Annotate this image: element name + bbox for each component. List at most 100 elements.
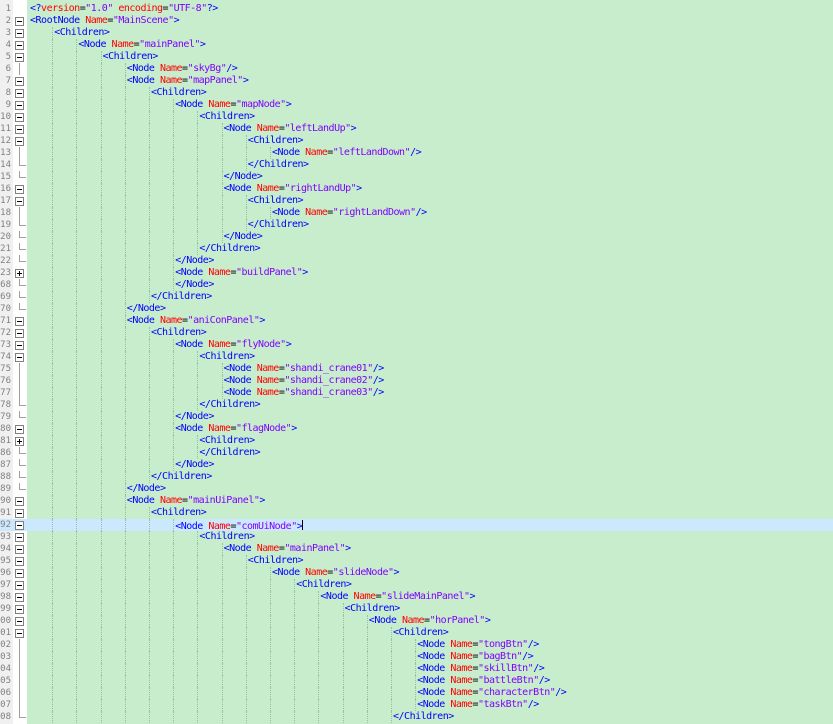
code-line[interactable]: 7 <Node Name="mapPanel"> [0,75,833,87]
code-line[interactable]: 87 </Node> [0,459,833,471]
code-line[interactable]: 11 <Node Name="leftLandUp"> [0,123,833,135]
fold-collapse-icon[interactable] [15,605,24,614]
code-line[interactable]: 71 <Node Name="aniConPanel"> [0,315,833,327]
code-text[interactable]: <Node Name="slideMainPanel"> [320,591,475,603]
fold-collapse-icon[interactable] [15,569,24,578]
code-text[interactable]: <Node Name="skillBtn"/> [417,663,545,675]
code-text[interactable]: <Children> [103,51,159,63]
code-line[interactable]: 98 <Node Name="slideMainPanel"> [0,591,833,603]
code-text[interactable]: <Node Name="slideNode"> [272,567,400,579]
fold-collapse-icon[interactable] [15,521,24,530]
code-line[interactable]: 2 <RootNode Name="MainScene"> [0,15,833,27]
code-text[interactable]: <Children> [199,111,255,123]
fold-collapse-icon[interactable] [15,545,24,554]
code-text[interactable]: <Children> [248,555,304,567]
code-line[interactable]: 86 </Children> [0,447,833,459]
code-line[interactable]: 73 <Node Name="flyNode"> [0,339,833,351]
code-line[interactable]: 20 </Node> [0,231,833,243]
code-line[interactable]: 10 <Children> [0,111,833,123]
code-text[interactable]: <Node Name="mainPanel"> [78,39,206,51]
fold-expand-icon[interactable] [15,269,24,278]
code-text[interactable]: </Children> [151,291,212,303]
code-text[interactable]: <Node Name="tongBtn"/> [417,639,539,651]
code-text[interactable]: <Node Name="mainUiPanel"> [127,495,266,507]
code-text[interactable]: <Children> [199,435,255,447]
code-text[interactable]: </Children> [248,219,309,231]
code-text[interactable]: </Node> [175,459,214,471]
code-text[interactable]: <Node Name="leftLandDown"/> [272,147,422,159]
fold-collapse-icon[interactable] [15,533,24,542]
code-line[interactable]: 79 </Node> [0,411,833,423]
code-line[interactable]: 03 <Node Name="bagBtn"/> [0,651,833,663]
code-text[interactable]: <Children> [151,87,207,99]
code-text[interactable]: <Node Name="battleBtn"/> [417,675,550,687]
code-line[interactable]: 69 </Children> [0,291,833,303]
code-line[interactable]: 68 </Node> [0,279,833,291]
fold-collapse-icon[interactable] [15,77,24,86]
fold-collapse-icon[interactable] [15,89,24,98]
code-text[interactable]: <Children> [151,327,207,339]
code-line[interactable]: 15 </Node> [0,171,833,183]
fold-collapse-icon[interactable] [15,629,24,638]
code-text[interactable]: </Children> [199,447,260,459]
code-text[interactable]: <Node Name="taskBtn"/> [417,699,539,711]
code-text[interactable]: <?version="1.0" encoding="UTF-8"?> [30,3,218,15]
fold-expand-icon[interactable] [15,437,24,446]
code-line[interactable]: 19 </Children> [0,219,833,231]
code-line[interactable]: 23 <Node Name="buildPanel"> [0,267,833,279]
code-line[interactable]: 07 <Node Name="taskBtn"/> [0,699,833,711]
code-text[interactable]: </Children> [199,399,260,411]
code-text[interactable]: </Node> [175,411,214,423]
code-line[interactable]: 21 </Children> [0,243,833,255]
code-text[interactable]: <Children> [393,627,449,639]
code-line[interactable]: 9 <Node Name="mapNode"> [0,99,833,111]
code-line[interactable]: 76 <Node Name="shandi_crane02"/> [0,375,833,387]
code-text[interactable]: <Node Name="characterBtn"/> [417,687,567,699]
fold-collapse-icon[interactable] [15,317,24,326]
code-line[interactable]: 70 </Node> [0,303,833,315]
code-text[interactable]: <RootNode Name="MainScene"> [30,15,180,27]
code-line[interactable]: 17 <Children> [0,195,833,207]
code-text[interactable]: <Children> [248,195,304,207]
code-line[interactable]: 02 <Node Name="tongBtn"/> [0,639,833,651]
code-line[interactable]: 16 <Node Name="rightLandUp"> [0,183,833,195]
fold-collapse-icon[interactable] [15,617,24,626]
xml-editor[interactable]: 1 <?version="1.0" encoding="UTF-8"?> 2 <Roo… [0,0,833,724]
fold-collapse-icon[interactable] [15,41,24,50]
code-line[interactable]: 99 <Children> [0,603,833,615]
code-text[interactable]: <Node Name="aniConPanel"> [127,315,266,327]
fold-collapse-icon[interactable] [15,137,24,146]
code-text[interactable]: <Node Name="flyNode"> [175,339,291,351]
code-line[interactable]: 90 <Node Name="mainUiPanel"> [0,495,833,507]
code-line[interactable]: 74 <Children> [0,351,833,363]
code-text[interactable]: <Children> [248,135,304,147]
fold-collapse-icon[interactable] [15,197,24,206]
code-line[interactable]: 6 <Node Name="skyBg"/> [0,63,833,75]
code-text[interactable]: <Node Name="flagNode"> [175,423,297,435]
code-text[interactable]: <Node Name="buildPanel"> [175,267,308,279]
code-line[interactable]: 89 </Node> [0,483,833,495]
code-line[interactable]: 4 <Node Name="mainPanel"> [0,39,833,51]
fold-collapse-icon[interactable] [15,497,24,506]
code-text[interactable]: <Children> [199,351,255,363]
code-text[interactable]: </Node> [224,231,263,243]
code-line[interactable]: 1 <?version="1.0" encoding="UTF-8"?> [0,3,833,15]
code-text[interactable]: <Node Name="skyBg"/> [127,63,238,75]
code-text[interactable]: <Children> [296,579,352,591]
code-line[interactable]: 08 </Children> [0,711,833,723]
fold-collapse-icon[interactable] [15,329,24,338]
code-text[interactable]: </Children> [393,711,454,723]
code-line[interactable]: 91 <Children> [0,507,833,519]
fold-collapse-icon[interactable] [15,53,24,62]
code-text[interactable]: <Node Name="shandi_crane01"/> [224,363,385,375]
code-text[interactable]: <Node Name="leftLandUp"> [224,123,357,135]
code-line[interactable]: 97 <Children> [0,579,833,591]
code-line[interactable]: 77 <Node Name="shandi_crane03"/> [0,387,833,399]
code-text[interactable]: <Children> [151,507,207,519]
fold-collapse-icon[interactable] [15,17,24,26]
code-line[interactable]: 18 <Node Name="rightLandDown"/> [0,207,833,219]
fold-collapse-icon[interactable] [15,509,24,518]
code-text[interactable]: </Node> [224,171,263,183]
fold-collapse-icon[interactable] [15,185,24,194]
code-line[interactable]: 01 <Children> [0,627,833,639]
